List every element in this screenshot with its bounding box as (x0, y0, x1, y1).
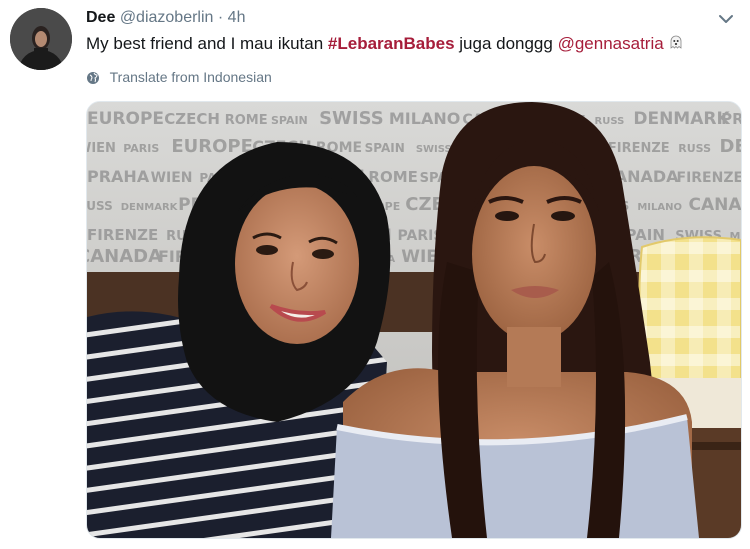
tweet-text-part2: juga donggg (454, 34, 558, 53)
translate-label: Translate from Indonesian (109, 69, 272, 85)
mention-link[interactable]: @gennasatria (558, 34, 664, 53)
tweet-time[interactable]: 4h (228, 9, 246, 26)
backdrop-word: CANADA (689, 195, 741, 215)
chevron-down-icon[interactable] (716, 9, 736, 29)
avatar[interactable] (10, 8, 72, 70)
backdrop-word: PRAHA (721, 110, 741, 128)
backdrop-word: CZECH (164, 110, 220, 128)
backdrop-word: FIRENZE (608, 141, 670, 156)
backdrop-word: WIEN (151, 170, 193, 186)
backdrop-word: RUSS (87, 199, 113, 213)
backdrop-word: SWISS (319, 108, 384, 129)
backdrop-word: EUROPE (171, 136, 253, 157)
translate-link[interactable]: Translate from Indonesian (86, 69, 272, 85)
backdrop-word: FIRENZE (87, 226, 158, 244)
hashtag-link[interactable]: #LebaranBabes (328, 34, 455, 53)
tweet-text-part1: My best friend and I mau ikutan (86, 34, 328, 53)
tweet-photo[interactable]: EUROPECZECHROMESPAINSWISSMILANOCANADAFIR… (86, 101, 742, 539)
separator-dot: · (217, 9, 224, 26)
backdrop-word: DENMARK (633, 109, 730, 129)
backdrop-word: MILANO (389, 109, 460, 128)
backdrop-word: PRAHA (87, 167, 150, 186)
author-name[interactable]: Dee (86, 9, 115, 26)
backdrop-word: SWISS (416, 144, 452, 155)
backdrop-word: CANADA (87, 246, 162, 267)
photo-illustration: EUROPECZECHROMESPAINSWISSMILANOCANADAFIR… (87, 102, 741, 538)
backdrop-word: ROME (368, 168, 417, 186)
backdrop-word: PARIS (123, 142, 159, 155)
backdrop-word: ROME (225, 113, 268, 128)
ghost-emoji-icon (668, 34, 684, 55)
backdrop-word: MILANO (637, 202, 682, 213)
backdrop-word: WIEN (87, 141, 116, 156)
backdrop-word: DENMARK (121, 202, 179, 213)
tweet-text: My best friend and I mau ikutan #Lebaran… (86, 34, 684, 55)
backdrop-word: FIRENZE (677, 170, 742, 186)
backdrop-word: EUROPE (87, 109, 164, 129)
globe-icon (86, 69, 110, 85)
backdrop-word: RUSS (678, 142, 711, 155)
backdrop-word: DENMARK (720, 136, 741, 157)
backdrop-word: SPAIN (365, 141, 405, 155)
backdrop-word: SPAIN (271, 114, 308, 127)
backdrop-word: RUSS (595, 116, 625, 127)
author-handle[interactable]: @diazoberlin (120, 9, 214, 26)
tweet-header: Dee @diazoberlin · 4h (86, 9, 738, 31)
